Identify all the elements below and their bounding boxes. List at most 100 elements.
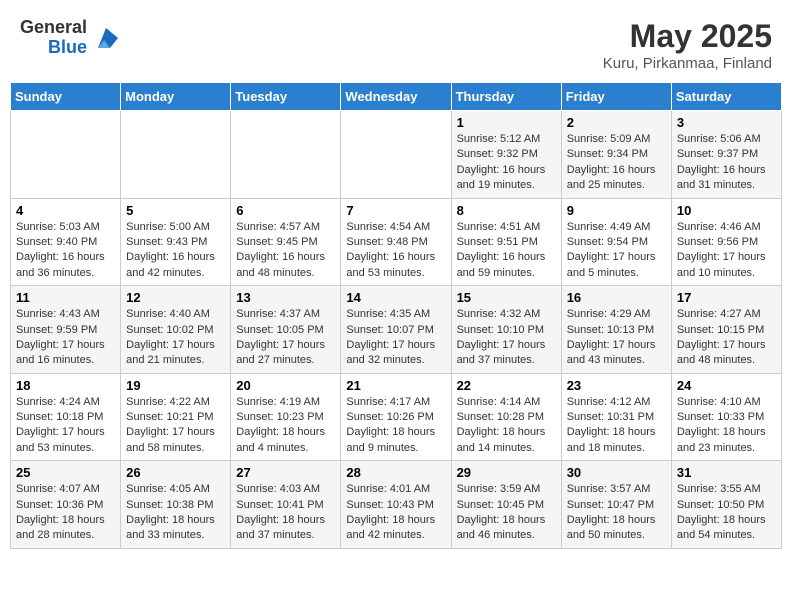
day-number: 14 <box>346 290 445 305</box>
calendar-cell: 24 Sunrise: 4:10 AM Sunset: 10:33 PM Dayl… <box>671 373 781 461</box>
calendar-cell: 30 Sunrise: 3:57 AM Sunset: 10:47 PM Dayl… <box>561 461 671 549</box>
calendar-cell: 4 Sunrise: 5:03 AM Sunset: 9:40 PM Daylig… <box>11 198 121 286</box>
calendar-cell: 1 Sunrise: 5:12 AM Sunset: 9:32 PM Daylig… <box>451 111 561 199</box>
calendar-cell: 12 Sunrise: 4:40 AM Sunset: 10:02 PM Dayl… <box>121 286 231 374</box>
day-info: Sunrise: 4:27 AM Sunset: 10:15 PM Daylig… <box>677 307 776 369</box>
weekday-header: Saturday <box>671 83 781 111</box>
day-info: Sunrise: 4:51 AM Sunset: 9:51 PM Dayligh… <box>457 220 556 282</box>
day-number: 23 <box>567 378 666 393</box>
day-number: 15 <box>457 290 556 305</box>
logo-blue: Blue <box>48 38 87 58</box>
logo-general: General <box>20 18 87 38</box>
day-info: Sunrise: 3:59 AM Sunset: 10:45 PM Daylig… <box>457 482 556 544</box>
calendar-cell: 25 Sunrise: 4:07 AM Sunset: 10:36 PM Dayl… <box>11 461 121 549</box>
day-number: 9 <box>567 203 666 218</box>
day-number: 24 <box>677 378 776 393</box>
day-number: 20 <box>236 378 335 393</box>
calendar-cell: 29 Sunrise: 3:59 AM Sunset: 10:45 PM Dayl… <box>451 461 561 549</box>
day-number: 6 <box>236 203 335 218</box>
calendar-cell: 18 Sunrise: 4:24 AM Sunset: 10:18 PM Dayl… <box>11 373 121 461</box>
day-info: Sunrise: 4:01 AM Sunset: 10:43 PM Daylig… <box>346 482 445 544</box>
day-number: 3 <box>677 115 776 130</box>
logo-icon <box>90 22 122 54</box>
calendar-cell: 19 Sunrise: 4:22 AM Sunset: 10:21 PM Dayl… <box>121 373 231 461</box>
day-number: 12 <box>126 290 225 305</box>
day-number: 1 <box>457 115 556 130</box>
calendar-cell: 26Sunrise: 4:05 AM Sunset: 10:38 PM Dayl… <box>121 461 231 549</box>
calendar-cell: 14 Sunrise: 4:35 AM Sunset: 10:07 PM Dayl… <box>341 286 451 374</box>
day-info: Sunrise: 4:35 AM Sunset: 10:07 PM Daylig… <box>346 307 445 369</box>
day-number: 28 <box>346 465 445 480</box>
calendar-cell: 11Sunrise: 4:43 AM Sunset: 9:59 PM Dayli… <box>11 286 121 374</box>
day-number: 4 <box>16 203 115 218</box>
day-number: 10 <box>677 203 776 218</box>
day-number: 30 <box>567 465 666 480</box>
day-number: 31 <box>677 465 776 480</box>
title-block: May 2025 Kuru, Pirkanmaa, Finland <box>603 18 772 72</box>
location-title: Kuru, Pirkanmaa, Finland <box>603 55 772 72</box>
calendar-cell: 21Sunrise: 4:17 AM Sunset: 10:26 PM Dayl… <box>341 373 451 461</box>
day-info: Sunrise: 5:12 AM Sunset: 9:32 PM Dayligh… <box>457 132 556 194</box>
weekday-header: Tuesday <box>231 83 341 111</box>
calendar-cell <box>11 111 121 199</box>
day-info: Sunrise: 5:06 AM Sunset: 9:37 PM Dayligh… <box>677 132 776 194</box>
calendar-cell: 28 Sunrise: 4:01 AM Sunset: 10:43 PM Dayl… <box>341 461 451 549</box>
day-info: Sunrise: 3:55 AM Sunset: 10:50 PM Daylig… <box>677 482 776 544</box>
calendar-cell: 6Sunrise: 4:57 AM Sunset: 9:45 PM Daylig… <box>231 198 341 286</box>
day-info: Sunrise: 5:03 AM Sunset: 9:40 PM Dayligh… <box>16 220 115 282</box>
day-number: 25 <box>16 465 115 480</box>
calendar-cell: 7 Sunrise: 4:54 AM Sunset: 9:48 PM Daylig… <box>341 198 451 286</box>
day-number: 5 <box>126 203 225 218</box>
day-number: 19 <box>126 378 225 393</box>
calendar-header: SundayMondayTuesdayWednesdayThursdayFrid… <box>11 83 782 111</box>
calendar-cell: 3 Sunrise: 5:06 AM Sunset: 9:37 PM Daylig… <box>671 111 781 199</box>
weekday-header: Sunday <box>11 83 121 111</box>
calendar-cell <box>121 111 231 199</box>
day-info: Sunrise: 4:24 AM Sunset: 10:18 PM Daylig… <box>16 395 115 457</box>
calendar-cell: 15Sunrise: 4:32 AM Sunset: 10:10 PM Dayl… <box>451 286 561 374</box>
day-number: 7 <box>346 203 445 218</box>
calendar-cell: 17Sunrise: 4:27 AM Sunset: 10:15 PM Dayl… <box>671 286 781 374</box>
calendar-cell: 9 Sunrise: 4:49 AM Sunset: 9:54 PM Daylig… <box>561 198 671 286</box>
day-info: Sunrise: 4:10 AM Sunset: 10:33 PM Daylig… <box>677 395 776 457</box>
day-info: Sunrise: 4:49 AM Sunset: 9:54 PM Dayligh… <box>567 220 666 282</box>
day-number: 18 <box>16 378 115 393</box>
weekday-header: Friday <box>561 83 671 111</box>
day-number: 22 <box>457 378 556 393</box>
page-header: General Blue May 2025 Kuru, Pirkanmaa, F… <box>10 10 782 76</box>
day-info: Sunrise: 4:07 AM Sunset: 10:36 PM Daylig… <box>16 482 115 544</box>
day-number: 16 <box>567 290 666 305</box>
calendar-cell: 16 Sunrise: 4:29 AM Sunset: 10:13 PM Dayl… <box>561 286 671 374</box>
weekday-header: Wednesday <box>341 83 451 111</box>
calendar-cell: 31 Sunrise: 3:55 AM Sunset: 10:50 PM Dayl… <box>671 461 781 549</box>
day-number: 27 <box>236 465 335 480</box>
calendar-cell: 23 Sunrise: 4:12 AM Sunset: 10:31 PM Dayl… <box>561 373 671 461</box>
day-info: Sunrise: 4:14 AM Sunset: 10:28 PM Daylig… <box>457 395 556 457</box>
calendar-cell: 5Sunrise: 5:00 AM Sunset: 9:43 PM Daylig… <box>121 198 231 286</box>
day-info: Sunrise: 4:19 AM Sunset: 10:23 PM Daylig… <box>236 395 335 457</box>
day-info: Sunrise: 4:29 AM Sunset: 10:13 PM Daylig… <box>567 307 666 369</box>
calendar-cell: 8 Sunrise: 4:51 AM Sunset: 9:51 PM Daylig… <box>451 198 561 286</box>
calendar-cell: 20 Sunrise: 4:19 AM Sunset: 10:23 PM Dayl… <box>231 373 341 461</box>
calendar-cell: 22 Sunrise: 4:14 AM Sunset: 10:28 PM Dayl… <box>451 373 561 461</box>
day-info: Sunrise: 4:46 AM Sunset: 9:56 PM Dayligh… <box>677 220 776 282</box>
day-number: 8 <box>457 203 556 218</box>
day-number: 2 <box>567 115 666 130</box>
calendar-body: 1 Sunrise: 5:12 AM Sunset: 9:32 PM Daylig… <box>11 111 782 549</box>
calendar-cell: 13Sunrise: 4:37 AM Sunset: 10:05 PM Dayl… <box>231 286 341 374</box>
day-info: Sunrise: 4:40 AM Sunset: 10:02 PM Daylig… <box>126 307 225 369</box>
day-number: 26 <box>126 465 225 480</box>
day-info: Sunrise: 3:57 AM Sunset: 10:47 PM Daylig… <box>567 482 666 544</box>
calendar-table: SundayMondayTuesdayWednesdayThursdayFrid… <box>10 82 782 549</box>
day-info: Sunrise: 5:09 AM Sunset: 9:34 PM Dayligh… <box>567 132 666 194</box>
day-info: Sunrise: 4:12 AM Sunset: 10:31 PM Daylig… <box>567 395 666 457</box>
day-info: Sunrise: 4:54 AM Sunset: 9:48 PM Dayligh… <box>346 220 445 282</box>
day-info: Sunrise: 4:43 AM Sunset: 9:59 PM Dayligh… <box>16 307 115 369</box>
day-number: 13 <box>236 290 335 305</box>
day-number: 29 <box>457 465 556 480</box>
month-title: May 2025 <box>603 18 772 55</box>
calendar-cell: 27Sunrise: 4:03 AM Sunset: 10:41 PM Dayl… <box>231 461 341 549</box>
day-info: Sunrise: 4:17 AM Sunset: 10:26 PM Daylig… <box>346 395 445 457</box>
day-info: Sunrise: 4:22 AM Sunset: 10:21 PM Daylig… <box>126 395 225 457</box>
logo: General Blue <box>20 18 122 58</box>
